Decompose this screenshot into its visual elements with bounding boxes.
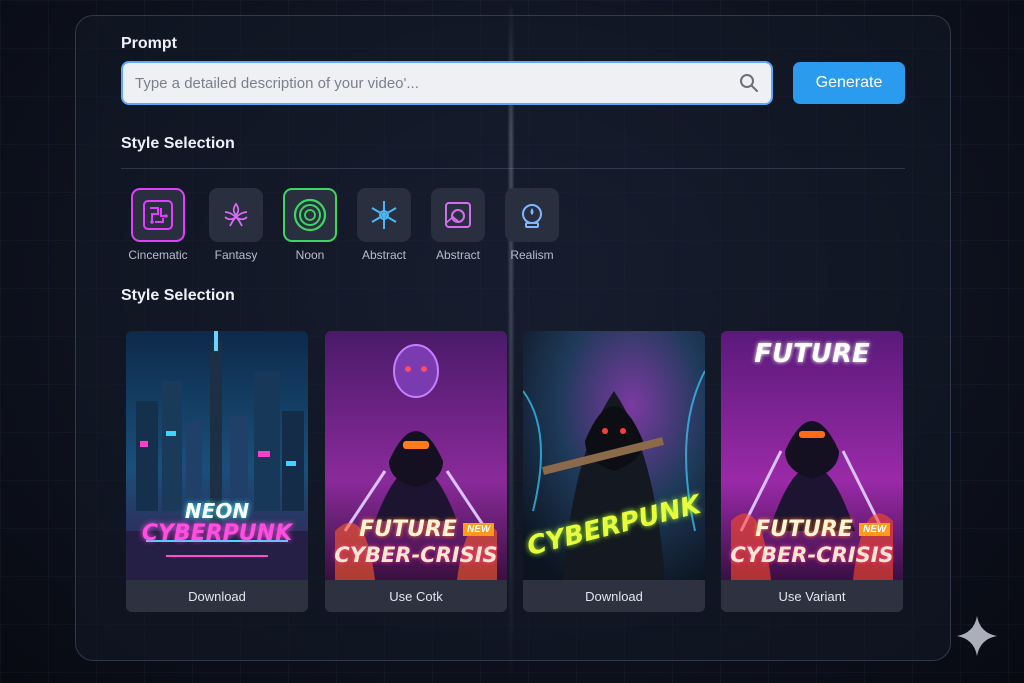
card-title-bottom: CYBER-CRISIS (730, 543, 894, 567)
style-option-fantasy[interactable]: Fantasy (196, 188, 276, 262)
rings-icon (293, 198, 327, 232)
new-badge: NEW (859, 523, 891, 536)
style-selection-heading: Style Selection (121, 135, 235, 152)
sparkle-icon (957, 616, 997, 656)
card-title-top: FUTURE (754, 339, 870, 369)
style-tile[interactable] (431, 188, 485, 242)
style-label: Noon (295, 248, 325, 262)
circuit-icon (143, 200, 173, 230)
card-title-bottom: CYBER-CRISIS (334, 543, 498, 567)
card-title-bottom: CYBERPUNK (141, 521, 293, 546)
style-option-abstract[interactable]: Abstract (344, 188, 424, 262)
style-option-noon[interactable]: Noon (270, 188, 350, 262)
use-cotk-button[interactable]: Use Cotk (325, 580, 507, 612)
card-title-top: NEON (184, 499, 250, 523)
result-card[interactable]: FUTURE NEW CYBER-CRISIS Use Cotk (325, 331, 507, 612)
style-option-realism[interactable]: Realism (492, 188, 572, 262)
style-tile[interactable] (209, 188, 263, 242)
result-card[interactable]: CYBERPUNK Download (523, 331, 705, 612)
style-label: Abstract (361, 248, 406, 262)
style-option-cinematic[interactable]: Cincematic (118, 188, 198, 262)
style-label: Fantasy (214, 248, 258, 262)
card-image-cyberpunk-hood[interactable]: CYBERPUNK (523, 331, 705, 580)
style-label: Cincematic (128, 248, 188, 262)
flower-icon (224, 202, 248, 227)
result-card[interactable]: FUTURE FUTURE NEW CYBER-CRISIS Use Varia… (721, 331, 903, 612)
style-label: Abstract (435, 248, 480, 262)
card-image-future-variant[interactable]: FUTURE FUTURE NEW CYBER-CRISIS (721, 331, 903, 580)
style-tile[interactable] (283, 188, 337, 242)
frame-icon (445, 202, 471, 228)
snowflake-icon (371, 201, 397, 229)
prompt-field[interactable] (121, 61, 773, 105)
prompt-label: Prompt (121, 35, 177, 52)
style-tile[interactable] (505, 188, 559, 242)
style-option-abstract-2[interactable]: Abstract (418, 188, 498, 262)
style-tile[interactable] (131, 188, 185, 242)
new-badge: NEW (463, 523, 495, 536)
download-button[interactable]: Download (523, 580, 705, 612)
card-image-future-crisis[interactable]: FUTURE NEW CYBER-CRISIS (325, 331, 507, 580)
generate-button[interactable]: Generate (793, 62, 905, 104)
section-divider (121, 168, 905, 169)
result-card[interactable]: NEON CYBERPUNK Download (126, 331, 308, 612)
style-tile[interactable] (357, 188, 411, 242)
style-label: Realism (510, 248, 554, 262)
lamp-icon (522, 204, 542, 228)
card-image-neon-city[interactable]: NEON CYBERPUNK (126, 331, 308, 580)
download-button[interactable]: Download (126, 580, 308, 612)
use-variant-button[interactable]: Use Variant (721, 580, 903, 612)
results-heading: Style Selection (121, 287, 235, 304)
prompt-input[interactable] (135, 74, 739, 92)
search-icon[interactable] (739, 73, 759, 93)
